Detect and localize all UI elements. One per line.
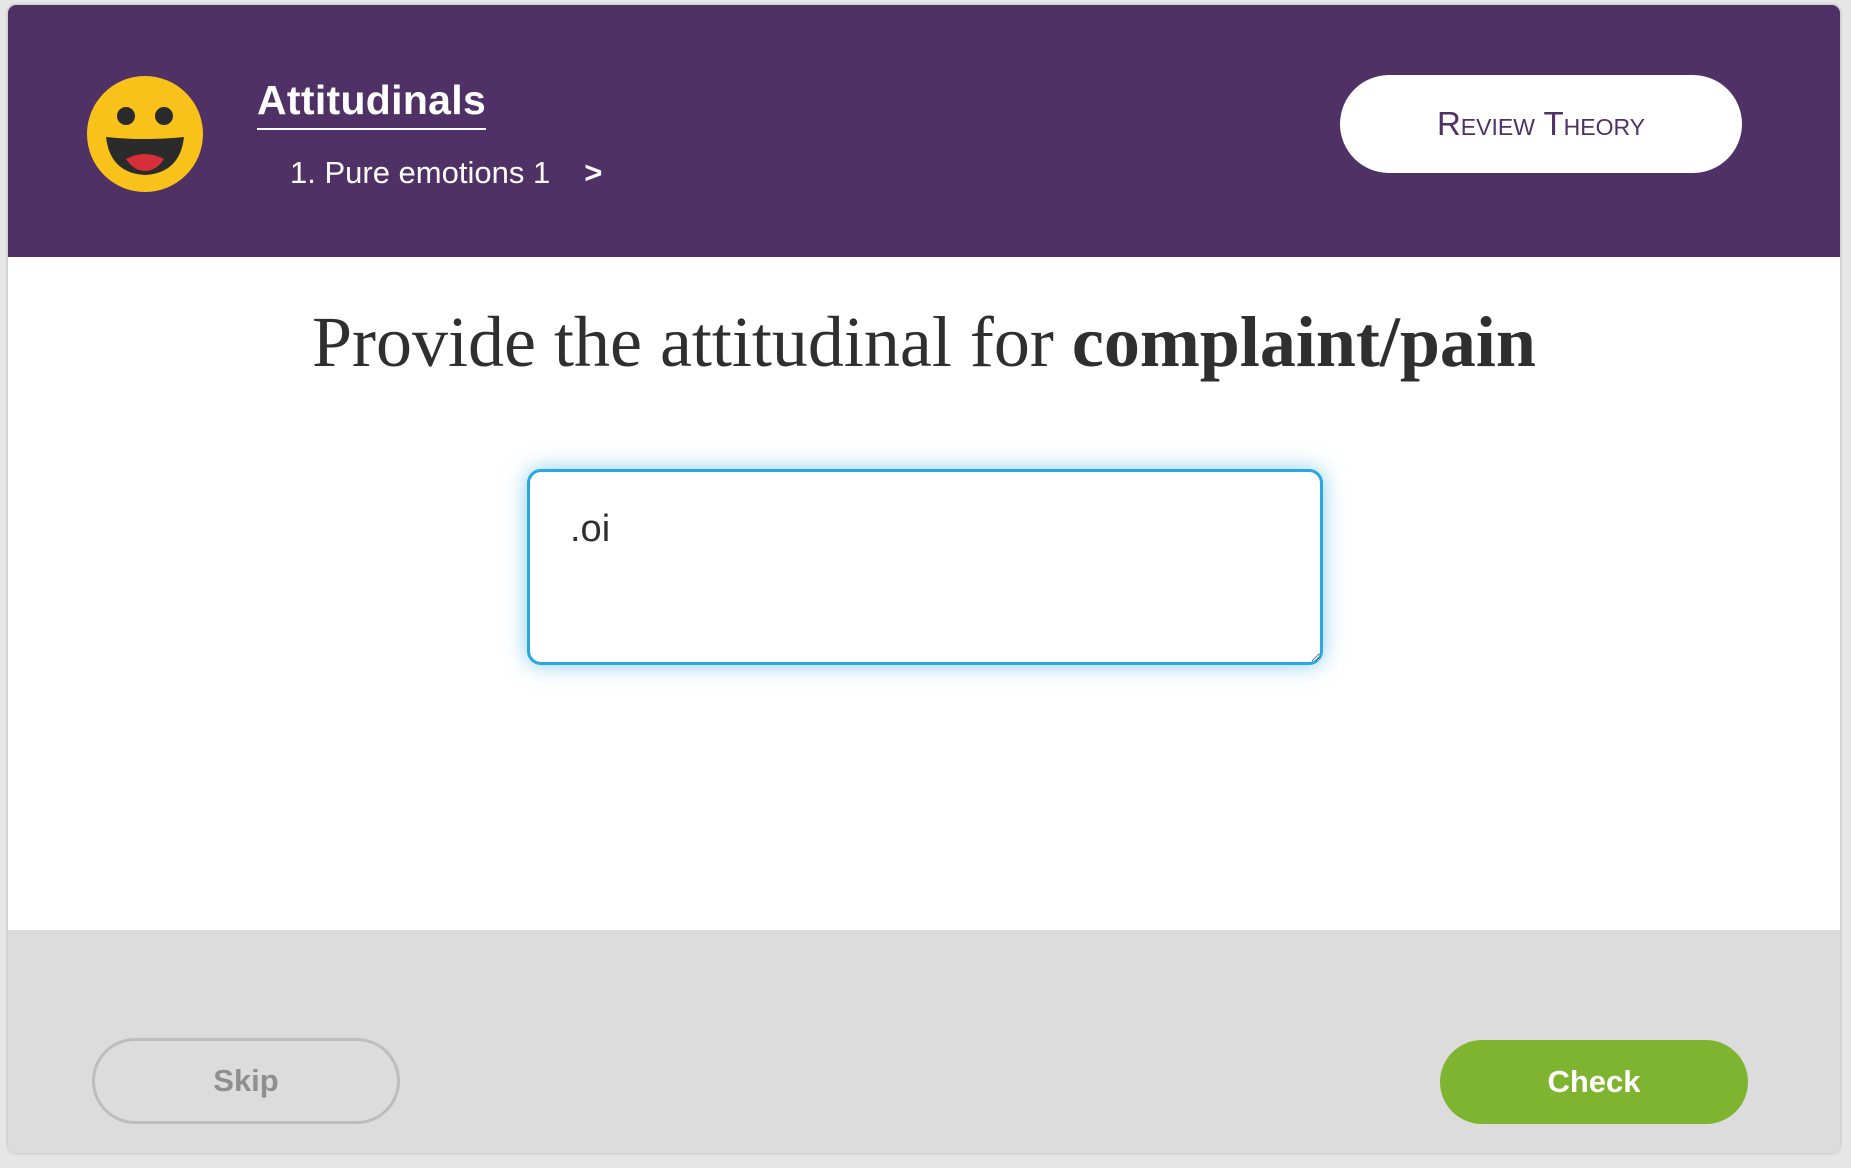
breadcrumb-label: 1. Pure emotions 1 [290,155,551,190]
grinning-face-icon [86,75,204,193]
review-theory-button[interactable]: Review Theory [1340,75,1742,173]
check-button[interactable]: Check [1440,1040,1748,1124]
question-prompt: Provide the attitudinal for complaint/pa… [8,297,1840,387]
skip-button[interactable]: Skip [92,1038,400,1124]
chevron-right-icon[interactable]: > [584,153,602,193]
question-term: complaint/pain [1071,302,1536,382]
lesson-title-link[interactable]: Attitudinals [257,75,487,130]
question-prefix: Provide the attitudinal for [312,302,1072,382]
breadcrumb[interactable]: 1. Pure emotions 1 > [290,153,602,193]
footer-bar: Skip Check [8,930,1840,1153]
exercise-card: Attitudinals 1. Pure emotions 1 > Review… [8,5,1840,1153]
answer-input[interactable]: .oi [527,469,1323,665]
header-bar: Attitudinals 1. Pure emotions 1 > Review… [8,5,1840,257]
